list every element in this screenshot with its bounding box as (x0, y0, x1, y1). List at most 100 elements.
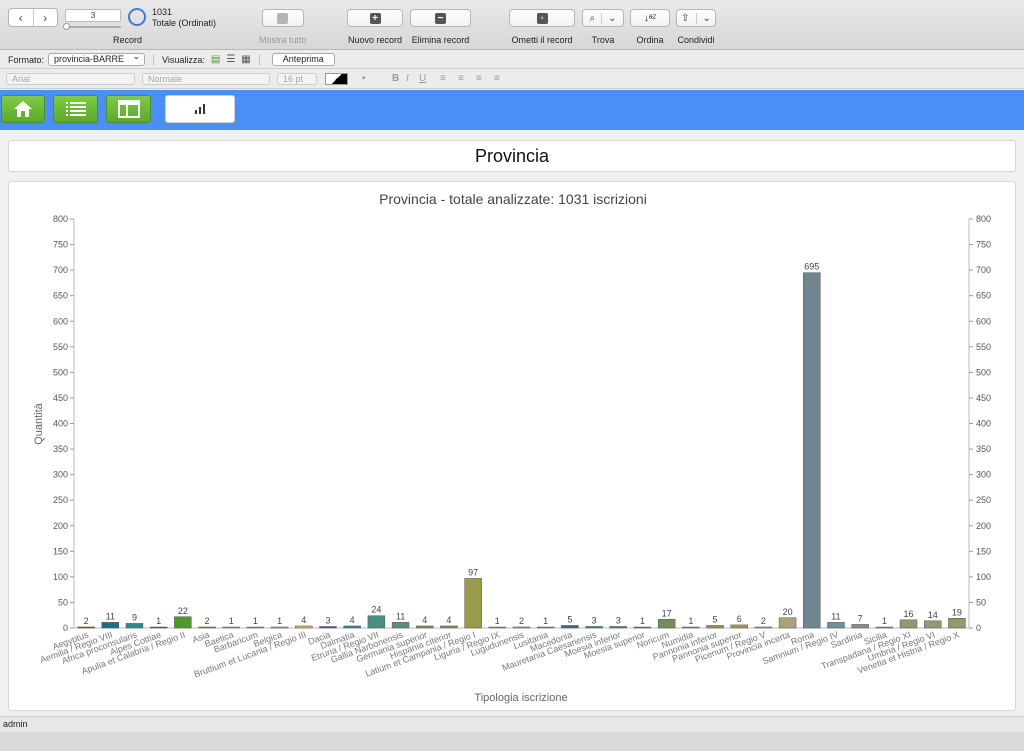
list-layout-button[interactable] (53, 95, 98, 123)
align-left-icon[interactable]: ≡ (440, 73, 446, 84)
size-select[interactable]: 16 pt (277, 73, 317, 85)
style-select[interactable]: Normale (142, 73, 270, 85)
chart-bar (657, 619, 676, 629)
bar-value-label: 3 (616, 615, 621, 625)
y-tick-label-right: 700 (976, 265, 991, 275)
new-record-button[interactable]: + (347, 9, 403, 27)
bar-value-label: 1 (156, 616, 161, 626)
chart-bar (682, 626, 700, 629)
chart-layout-button[interactable] (165, 95, 235, 123)
y-tick-label-left: 600 (53, 316, 68, 326)
chevron-down-icon: ⌄ (695, 12, 717, 24)
chart-bar (174, 616, 192, 629)
record-number-input[interactable]: 3 (65, 9, 121, 22)
align-justify-icon[interactable]: ≡ (494, 73, 500, 84)
chart-bar (343, 625, 361, 629)
table-view-icon[interactable]: ▦ (241, 54, 250, 65)
previous-record-button[interactable]: ‹ (9, 9, 33, 26)
bar-value-label: 7 (858, 613, 863, 623)
chart-bar (198, 626, 216, 629)
bar-value-label: 1 (640, 616, 645, 626)
toolbar: ‹ › 3 1031 Totale (Ordinati) Record Most… (0, 0, 1024, 50)
bar-value-label: 3 (592, 615, 597, 625)
bar-value-label: 17 (662, 608, 672, 618)
align-center-icon[interactable]: ≡ (458, 73, 464, 84)
chart-bar (778, 617, 797, 629)
bar-value-label: 4 (422, 615, 427, 625)
y-tick-label-right: 500 (976, 367, 991, 377)
record-slider[interactable] (65, 26, 121, 28)
y-tick-label-left: 650 (53, 291, 68, 301)
align-right-icon[interactable]: ≡ (476, 73, 482, 84)
find-button[interactable]: ⌕ ⌄ (582, 9, 624, 27)
bar-value-label: 1 (882, 616, 887, 626)
share-button[interactable]: ⇪ ⌄ (676, 9, 716, 27)
form-view-icon[interactable]: ▤ (211, 54, 220, 65)
bar-value-label: 16 (904, 609, 914, 619)
search-icon: ⌕ (589, 12, 596, 24)
bar-value-label: 1 (229, 616, 234, 626)
delete-record-button[interactable]: − (410, 9, 471, 27)
plus-icon: + (369, 12, 381, 24)
bar-value-label: 9 (132, 612, 137, 622)
bar-value-label: 4 (446, 615, 451, 625)
y-tick-label-left: 750 (53, 240, 68, 250)
bar-value-label: 97 (468, 567, 478, 577)
chart-bar (125, 623, 144, 629)
chart-bar (295, 625, 313, 629)
x-axis-title: Tipologia iscrizione (474, 692, 567, 704)
y-tick-label-right: 0 (976, 623, 981, 633)
new-record-label: Nuovo record (347, 35, 403, 45)
bold-button[interactable]: B (392, 73, 399, 84)
bar-value-label: 1 (543, 616, 548, 626)
chart-bar (319, 626, 337, 629)
preview-button[interactable]: Anteprima (271, 53, 335, 66)
chart-bar (367, 615, 386, 629)
sort-button[interactable]: ↓ᵃᶻ (630, 9, 670, 27)
chart-axes: 0 0 50 50 100 100 150 150 200 200 250 250 300 300 350 3… (53, 214, 991, 633)
show-all-icon (277, 12, 289, 24)
share-label: Condividi (677, 35, 715, 45)
table-icon (117, 100, 140, 118)
chart-panel: Provincia - totale analizzate: 1031 iscr… (8, 181, 1016, 711)
home-button[interactable] (1, 95, 45, 123)
italic-button[interactable]: I (406, 73, 409, 84)
y-tick-label-right: 200 (976, 521, 991, 531)
show-all-label: Mostra tutto (259, 35, 307, 45)
bar-value-label: 1 (277, 616, 282, 626)
bar-value-label: 11 (396, 611, 405, 621)
find-label: Trova (591, 35, 615, 45)
y-tick-label-left: 500 (53, 367, 68, 377)
text-color-swatch[interactable] (325, 73, 348, 85)
layout-select[interactable]: provincia-BARRE (48, 51, 146, 66)
home-icon (14, 101, 32, 117)
record-slider-handle[interactable] (63, 23, 70, 30)
y-tick-label-right: 450 (976, 393, 991, 403)
highlight-icon[interactable]: ▪ (362, 73, 366, 84)
list-view-icon[interactable]: ☰ (226, 54, 235, 65)
status-bar: admin (0, 716, 1024, 732)
table-layout-button[interactable] (106, 95, 151, 123)
y-tick-label-right: 750 (976, 240, 991, 250)
chart-bar (536, 626, 555, 629)
page-title-panel: Provincia (8, 140, 1016, 172)
divider (258, 53, 260, 66)
next-record-button[interactable]: › (32, 9, 58, 26)
chart-bar (270, 626, 289, 629)
chart-bar (101, 622, 119, 629)
bar-value-label: 22 (178, 606, 188, 616)
omit-record-button[interactable]: ◦ (509, 9, 575, 27)
list-icon (65, 102, 86, 116)
chart-bar (416, 625, 434, 629)
bar-value-label: 14 (928, 610, 938, 620)
underline-button[interactable]: U (419, 73, 426, 84)
y-tick-label-left: 800 (53, 214, 68, 224)
chart-bar (585, 626, 603, 629)
y-tick-label-right: 650 (976, 291, 991, 301)
show-all-button[interactable] (261, 9, 304, 27)
y-tick-label-left: 350 (53, 444, 68, 454)
chart-bar (561, 625, 579, 629)
chart-bar (464, 578, 482, 629)
divider (153, 53, 155, 66)
font-select[interactable]: Arial (6, 73, 135, 85)
